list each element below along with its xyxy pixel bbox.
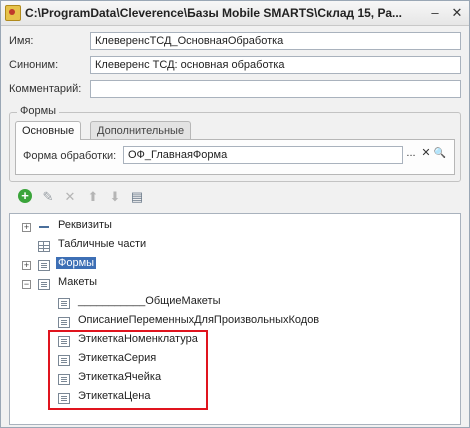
tree-item-tabular-parts[interactable]: Табличные части xyxy=(58,238,146,250)
minimize-button[interactable]: – xyxy=(427,5,443,20)
forms-icon xyxy=(38,260,50,271)
app-icon xyxy=(5,5,21,21)
tabular-parts-icon xyxy=(38,241,50,252)
forms-group-legend: Формы xyxy=(17,105,60,117)
expand-forms-icon[interactable]: + xyxy=(22,261,31,270)
tree-item-forms[interactable]: Формы xyxy=(56,257,97,269)
delete-icon[interactable]: ✕ xyxy=(62,189,78,205)
name-field[interactable]: КлеверенсТСД_ОсновнаяОбработка xyxy=(90,32,461,50)
tree-item-attributes[interactable]: Реквизиты xyxy=(58,219,112,231)
move-up-icon[interactable]: ⬆ xyxy=(85,189,101,205)
name-label: Имя: xyxy=(9,35,34,47)
add-icon[interactable]: + xyxy=(18,189,32,203)
processing-editor-window: C:\ProgramData\Cleverence\Базы Mobile SM… xyxy=(0,0,470,428)
tree-item-label-nomenclature[interactable]: ЭтикеткаНоменклатура xyxy=(78,333,198,345)
tree-item-label-price[interactable]: ЭтикеткаЦена xyxy=(78,390,150,402)
move-down-icon[interactable]: ⬇ xyxy=(107,189,123,205)
tree-item-common-templates[interactable]: ___________ОбщиеМакеты xyxy=(78,295,221,307)
processing-form-label: Форма обработки: xyxy=(23,150,117,162)
expand-attributes-icon[interactable]: + xyxy=(22,223,31,232)
choose-form-button[interactable]: ... xyxy=(404,147,418,161)
template-icon xyxy=(58,393,70,404)
sort-icon[interactable]: ▤ xyxy=(129,189,145,205)
edit-icon[interactable]: ✎ xyxy=(40,189,56,205)
collapse-templates-icon[interactable]: − xyxy=(22,280,31,289)
title-bar: C:\ProgramData\Cleverence\Базы Mobile SM… xyxy=(1,1,469,26)
close-button[interactable]: ✕ xyxy=(449,5,465,20)
comment-field[interactable] xyxy=(90,80,461,98)
templates-icon xyxy=(38,279,50,290)
clear-icon[interactable]: ✕ xyxy=(419,147,433,161)
tab-main[interactable]: Основные xyxy=(15,121,82,140)
tree-item-label-cell[interactable]: ЭтикеткаЯчейка xyxy=(78,371,161,383)
tree-item-variables-description[interactable]: ОписаниеПеременныхДляПроизвольныхКодов xyxy=(78,314,319,326)
comment-label: Комментарий: xyxy=(9,83,82,95)
template-icon xyxy=(58,374,70,385)
tree-item-templates[interactable]: Макеты xyxy=(58,276,97,288)
template-icon xyxy=(58,355,70,366)
tab-additional[interactable]: Дополнительные xyxy=(90,121,192,139)
tree-item-label-series[interactable]: ЭтикеткаСерия xyxy=(78,352,156,364)
template-icon xyxy=(58,298,70,309)
template-icon xyxy=(58,317,70,328)
processing-form-field[interactable]: ОФ_ГлавнаяФорма xyxy=(123,146,403,164)
synonym-label: Синоним: xyxy=(9,59,59,71)
template-icon xyxy=(58,336,70,347)
synonym-field[interactable]: Клеверенс ТСД: основная обработка xyxy=(90,56,461,74)
window-title: C:\ProgramData\Cleverence\Базы Mobile SM… xyxy=(25,6,402,20)
open-form-icon[interactable]: 🔍 xyxy=(433,147,447,161)
attributes-icon xyxy=(38,221,50,232)
